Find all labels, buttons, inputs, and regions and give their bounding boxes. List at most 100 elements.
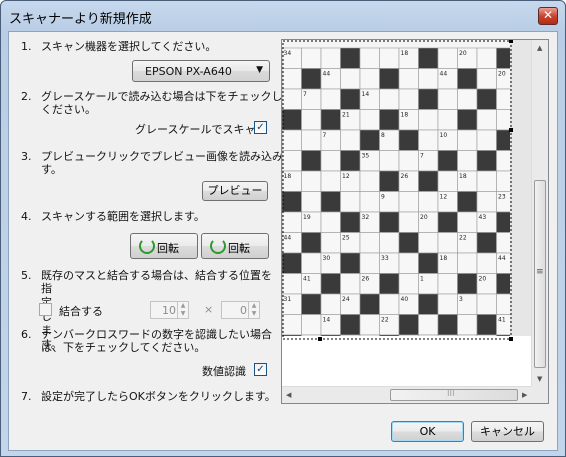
white-cell bbox=[476, 170, 497, 192]
device-select-value: EPSON PX-A640 bbox=[145, 65, 232, 78]
white-cell bbox=[379, 150, 400, 172]
scroll-up-icon[interactable]: ▲ bbox=[537, 44, 542, 52]
step-text: プレビュークリックでプレビュー画像を読み込みま bbox=[41, 150, 294, 163]
black-cell bbox=[437, 314, 458, 336]
black-cell bbox=[457, 273, 478, 295]
white-cell bbox=[320, 170, 341, 192]
grip-icon: ⁝⁝⁝ bbox=[447, 389, 455, 398]
black-cell bbox=[418, 88, 439, 110]
merge-row-spinner[interactable]: 0 ▲ ▼ bbox=[221, 301, 260, 319]
rotate-right-icon bbox=[210, 238, 226, 254]
white-cell bbox=[282, 129, 302, 151]
white-cell bbox=[301, 252, 322, 274]
white-cell bbox=[398, 211, 419, 233]
white-cell bbox=[457, 252, 478, 274]
cell-number: 26 bbox=[401, 173, 409, 180]
close-button[interactable]: ✕ bbox=[538, 7, 558, 25]
cell-number: 30 bbox=[323, 255, 331, 262]
horizontal-scroll-thumb[interactable]: ⁝⁝⁝ bbox=[390, 389, 518, 401]
cell-number: 12 bbox=[342, 173, 350, 180]
white-cell bbox=[301, 314, 322, 336]
cell-number: 21 bbox=[342, 112, 350, 119]
white-cell bbox=[437, 273, 458, 295]
black-cell bbox=[282, 109, 302, 131]
white-cell bbox=[301, 191, 322, 213]
white-cell bbox=[418, 68, 439, 90]
rotate-right-button[interactable]: 回転 bbox=[201, 233, 269, 259]
grayscale-checkbox[interactable]: ✓ bbox=[254, 121, 267, 134]
white-cell bbox=[457, 150, 478, 172]
rotate-left-icon bbox=[139, 238, 155, 254]
horizontal-scrollbar[interactable]: ◀ ⁝⁝⁝ ▶ bbox=[282, 386, 533, 403]
scanned-crossword-image[interactable]: 3418203444442071436211878103571812261891… bbox=[282, 40, 533, 388]
recognize-checkbox[interactable]: ✓ bbox=[254, 363, 267, 376]
preview-button[interactable]: プレビュー bbox=[202, 181, 268, 201]
recognize-label: 数値認識 bbox=[202, 365, 246, 378]
white-cell bbox=[437, 47, 458, 69]
white-cell bbox=[320, 293, 341, 315]
black-cell bbox=[398, 314, 419, 336]
merge-label: 結合する bbox=[59, 305, 103, 318]
white-cell bbox=[418, 314, 439, 336]
scan-preview-panel[interactable]: 3418203444442071436211878103571812261891… bbox=[281, 39, 549, 404]
ok-button[interactable]: OK bbox=[391, 421, 464, 442]
cell-number: 3 bbox=[459, 296, 463, 303]
black-cell bbox=[476, 232, 497, 254]
cell-number: 8 bbox=[381, 132, 385, 139]
cell-number: 20 bbox=[459, 50, 467, 57]
times-sign: × bbox=[204, 303, 214, 316]
black-cell bbox=[476, 150, 497, 172]
vertical-scrollbar[interactable]: ▲ ≡ ▼ bbox=[531, 40, 548, 388]
cell-number: 44 bbox=[498, 255, 506, 262]
black-cell bbox=[301, 293, 322, 315]
merge-checkbox[interactable] bbox=[39, 303, 52, 316]
scroll-left-icon[interactable]: ◀ bbox=[286, 391, 291, 399]
spin-up-icon[interactable]: ▲ bbox=[248, 302, 259, 310]
title-bar: スキャナーより新規作成 ✕ bbox=[1, 1, 565, 31]
cancel-button[interactable]: キャンセル bbox=[471, 421, 544, 442]
scroll-right-icon[interactable]: ▶ bbox=[522, 391, 527, 399]
black-cell bbox=[301, 150, 322, 172]
white-cell bbox=[379, 47, 400, 69]
white-cell bbox=[379, 232, 400, 254]
cell-number: 22 bbox=[459, 235, 467, 242]
white-cell bbox=[457, 88, 478, 110]
cell-number: 14 bbox=[362, 91, 370, 98]
black-cell bbox=[418, 170, 439, 192]
cell-number: 34 bbox=[284, 50, 292, 57]
scroll-down-icon[interactable]: ▼ bbox=[537, 375, 542, 383]
rotate-left-button[interactable]: 回転 bbox=[130, 233, 198, 259]
black-cell bbox=[398, 232, 419, 254]
merge-column-value: 10 bbox=[162, 304, 176, 317]
step-text: 設定が完了したらOKボタンをクリックします。 bbox=[41, 390, 276, 403]
white-cell bbox=[359, 109, 380, 131]
white-cell bbox=[282, 273, 302, 295]
cell-number: 14 bbox=[323, 317, 331, 324]
black-cell bbox=[340, 47, 361, 69]
merge-column-spinner[interactable]: 10 ▲ ▼ bbox=[150, 301, 189, 319]
cell-number: 19 bbox=[303, 214, 311, 221]
spin-up-icon[interactable]: ▲ bbox=[177, 302, 188, 310]
white-cell bbox=[398, 88, 419, 110]
white-cell bbox=[398, 252, 419, 274]
device-select[interactable]: EPSON PX-A640 ▼ bbox=[132, 60, 270, 82]
black-cell bbox=[340, 252, 361, 274]
spin-down-icon[interactable]: ▼ bbox=[248, 310, 259, 318]
cell-number: 35 bbox=[362, 153, 370, 160]
black-cell bbox=[457, 68, 478, 90]
white-cell bbox=[359, 68, 380, 90]
white-cell bbox=[359, 47, 380, 69]
white-cell bbox=[320, 88, 341, 110]
white-cell bbox=[457, 129, 478, 151]
vertical-scroll-thumb[interactable]: ≡ bbox=[534, 180, 546, 368]
white-cell bbox=[437, 170, 458, 192]
white-cell bbox=[476, 191, 497, 213]
white-cell bbox=[437, 293, 458, 315]
spin-down-icon[interactable]: ▼ bbox=[177, 310, 188, 318]
white-cell bbox=[418, 232, 439, 254]
white-cell bbox=[282, 68, 302, 90]
chevron-down-icon: ▼ bbox=[256, 65, 263, 75]
cell-number: 44 bbox=[440, 71, 448, 78]
black-cell bbox=[340, 211, 361, 233]
black-cell bbox=[379, 170, 400, 192]
